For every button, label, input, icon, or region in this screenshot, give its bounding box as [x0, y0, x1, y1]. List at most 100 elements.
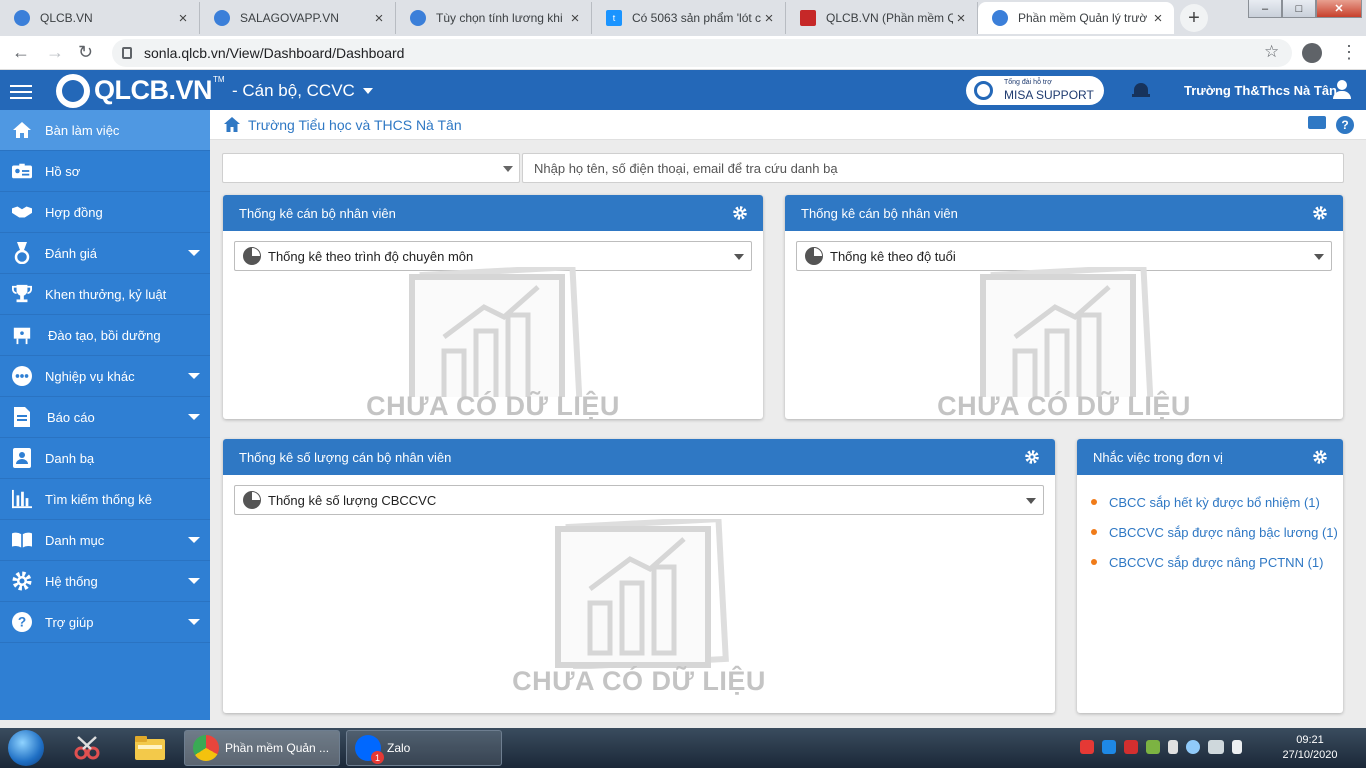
sidebar-item-hop-dong[interactable]: Hợp đồng	[0, 192, 210, 233]
close-tab-icon[interactable]: ×	[567, 10, 583, 27]
contacts-icon	[12, 448, 32, 468]
chevron-down-icon	[188, 537, 200, 543]
help-icon: ?	[12, 612, 32, 632]
home-icon	[12, 120, 32, 140]
new-tab-button[interactable]: +	[1180, 4, 1208, 32]
empty-state: CHƯA CÓ DỮ LIỆU	[512, 519, 765, 697]
training-icon	[12, 325, 32, 345]
module-switcher[interactable]: - Cán bộ, CCVC	[232, 81, 373, 101]
sidebar-item-khen-thuong[interactable]: Khen thưởng, kỷ luật	[0, 274, 210, 315]
file-explorer-icon[interactable]	[132, 732, 168, 764]
browser-tab[interactable]: SALAGOVAPP.VN ×	[200, 2, 396, 34]
url-text: sonla.qlcb.vn/View/Dashboard/Dashboard	[144, 45, 405, 61]
sidebar: Bàn làm việc Hồ sơ Hợp đồng Đánh giá Khe…	[0, 110, 210, 720]
empty-chart-icon	[980, 267, 1154, 397]
support-caption: Tổng đài hỗ trợ	[1004, 79, 1052, 86]
sidebar-item-nghiep-vu-khac[interactable]: Nghiệp vụ khác	[0, 356, 210, 397]
forward-icon[interactable]: →	[46, 42, 64, 63]
close-tab-icon[interactable]: ×	[953, 10, 969, 27]
support-button[interactable]: Tổng đài hỗ trợ MISA SUPPORT	[966, 76, 1104, 105]
network-icon[interactable]	[1186, 740, 1200, 754]
user-name[interactable]: Trường Th&Thcs Nà Tân	[1184, 83, 1337, 98]
bookmark-star-icon[interactable]: ☆	[1264, 42, 1279, 62]
taskbar-app-chrome[interactable]: Phần mềm Quản ...	[184, 730, 340, 766]
close-tab-icon[interactable]: ×	[175, 10, 191, 27]
logo-text: QLCB.VN	[94, 75, 213, 105]
volume-icon[interactable]	[1232, 740, 1242, 754]
sidebar-item-he-thong[interactable]: Hệ thống	[0, 561, 210, 602]
book-icon	[12, 530, 32, 550]
back-icon[interactable]: ←	[12, 42, 30, 63]
user-avatar-icon[interactable]	[1333, 80, 1351, 100]
browser-tab-active[interactable]: Phần mềm Quản lý trườ ×	[978, 2, 1174, 34]
system-tray	[1080, 740, 1242, 754]
panel-title: Nhắc việc trong đơn vị	[1093, 449, 1223, 465]
reminder-item[interactable]: CBCCVC sắp được nâng PCTNN (1)	[1091, 547, 1343, 577]
breadcrumb-unit[interactable]: Trường Tiểu học và THCS Nà Tân	[248, 117, 462, 133]
sidebar-item-dao-tao[interactable]: Đào tạo, bồi dưỡng	[0, 315, 210, 356]
maximize-button[interactable]: □	[1282, 0, 1316, 18]
sidebar-item-tim-kiem-thong-ke[interactable]: Tìm kiếm thống kê	[0, 479, 210, 520]
pie-chart-icon	[243, 247, 261, 265]
stats-type-select[interactable]: Thống kê số lượng CBCCVC	[234, 485, 1044, 515]
unit-select[interactable]	[222, 153, 520, 183]
bell-icon[interactable]	[1132, 81, 1150, 99]
report-icon	[12, 407, 32, 427]
gear-icon	[410, 10, 426, 26]
sidebar-item-ban-lam-viec[interactable]: Bàn làm việc	[0, 110, 210, 151]
start-button[interactable]	[8, 730, 44, 766]
tray-app-icon[interactable]	[1080, 740, 1094, 754]
phone-support-icon	[974, 81, 993, 100]
home-icon[interactable]	[224, 117, 240, 135]
url-field[interactable]: sonla.qlcb.vn/View/Dashboard/Dashboard	[112, 39, 1292, 67]
gear-icon[interactable]	[733, 206, 747, 220]
support-label: MISA SUPPORT	[1004, 88, 1094, 102]
stats-panel-count: Thống kê số lượng cán bộ nhân viên Thống…	[223, 439, 1055, 713]
tray-app-icon[interactable]	[1124, 740, 1138, 754]
hamburger-menu-icon[interactable]	[10, 85, 32, 99]
browser-tab[interactable]: Tùy chọn tính lương khi ×	[396, 2, 592, 34]
reminders-panel: Nhắc việc trong đơn vị CBCC sắp hết kỳ đ…	[1077, 439, 1343, 713]
gear-icon[interactable]	[1313, 206, 1327, 220]
gear-icon	[12, 571, 32, 591]
empty-chart-icon	[555, 519, 729, 669]
browser-tab[interactable]: QLCB.VN (Phần mềm Qu ×	[786, 2, 978, 34]
browser-tab[interactable]: t Có 5063 sản phẩm 'lót c ×	[592, 2, 786, 34]
gear-icon[interactable]	[1313, 450, 1327, 464]
sidebar-item-danh-ba[interactable]: Danh bạ	[0, 438, 210, 479]
taskbar-app-zalo[interactable]: 1 Zalo	[346, 730, 502, 766]
browser-tab[interactable]: QLCB.VN ×	[0, 2, 200, 34]
clock[interactable]: 09:21 27/10/2020	[1270, 733, 1350, 763]
gear-icon	[214, 10, 230, 26]
signal-icon[interactable]	[1208, 740, 1224, 754]
sidebar-item-tro-giup[interactable]: ? Trợ giúp	[0, 602, 210, 643]
reminder-item[interactable]: CBCCVC sắp được nâng bậc lương (1)	[1091, 517, 1343, 547]
nvidia-icon[interactable]	[1146, 740, 1160, 754]
profile-icon[interactable]	[1302, 43, 1322, 63]
reload-icon[interactable]: ↻	[78, 42, 93, 63]
address-bar: ← → ↻ sonla.qlcb.vn/View/Dashboard/Dashb…	[0, 36, 1366, 70]
help-icon[interactable]: ?	[1336, 116, 1354, 134]
minimize-button[interactable]: –	[1248, 0, 1282, 18]
browser-menu-icon[interactable]: ⋮	[1340, 42, 1358, 63]
sidebar-item-danh-gia[interactable]: Đánh giá	[0, 233, 210, 274]
close-window-button[interactable]: ✕	[1316, 0, 1362, 18]
sidebar-item-ho-so[interactable]: Hồ sơ	[0, 151, 210, 192]
sidebar-item-bao-cao[interactable]: Báo cáo	[0, 397, 210, 438]
flag-icon[interactable]	[1168, 740, 1178, 754]
notification-badge: 1	[371, 751, 384, 764]
scissors-icon[interactable]	[70, 732, 106, 764]
reminder-list: CBCC sắp hết kỳ được bổ nhiệm (1) CBCCVC…	[1077, 475, 1343, 577]
tray-app-icon[interactable]	[1102, 740, 1116, 754]
chat-icon[interactable]	[1308, 116, 1326, 129]
close-tab-icon[interactable]: ×	[761, 10, 777, 27]
close-tab-icon[interactable]: ×	[1150, 10, 1166, 27]
chevron-down-icon	[503, 166, 513, 172]
reminder-item[interactable]: CBCC sắp hết kỳ được bổ nhiệm (1)	[1091, 487, 1343, 517]
gear-icon[interactable]	[1025, 450, 1039, 464]
contact-search-input[interactable]	[522, 153, 1344, 183]
close-tab-icon[interactable]: ×	[371, 10, 387, 27]
sidebar-item-danh-muc[interactable]: Danh mục	[0, 520, 210, 561]
id-card-icon	[12, 161, 32, 181]
medal-icon	[12, 242, 32, 264]
